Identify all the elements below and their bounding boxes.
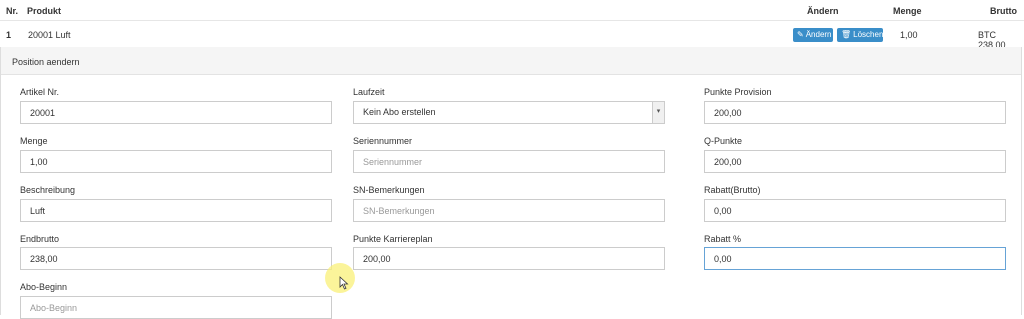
- seriennummer-label: Seriennummer: [353, 136, 413, 146]
- abo-beginn-input[interactable]: [20, 296, 332, 319]
- col-header-aendern: Ändern: [807, 6, 839, 16]
- seriennummer-input[interactable]: [353, 150, 665, 173]
- rabatt-brutto-label: Rabatt(Brutto): [704, 185, 761, 195]
- punkte-karriereplan-label: Punkte Karriereplan: [353, 234, 433, 244]
- trash-icon: 🗑: [841, 30, 852, 39]
- artikel-nr-label: Artikel Nr.: [20, 87, 60, 97]
- abo-beginn-label: Abo-Beginn: [20, 282, 68, 292]
- edit-position-panel: Position aendern Artikel Nr. Menge Besch…: [0, 47, 1022, 319]
- artikel-nr-input[interactable]: [20, 101, 332, 124]
- menge-label: Menge: [20, 136, 48, 146]
- col-header-menge: Menge: [893, 6, 922, 16]
- rabatt-brutto-input[interactable]: [704, 199, 1006, 222]
- mouse-pointer-icon: [339, 276, 349, 290]
- sn-bemerkungen-label: SN-Bemerkungen: [353, 185, 425, 195]
- endbrutto-label: Endbrutto: [20, 234, 60, 244]
- delete-button[interactable]: 🗑 Löschen: [837, 28, 883, 42]
- laufzeit-selected-value: Kein Abo erstellen: [363, 107, 436, 117]
- beschreibung-label: Beschreibung: [20, 185, 76, 195]
- punkte-karriereplan-input[interactable]: [353, 247, 665, 270]
- q-punkte-input[interactable]: [704, 150, 1006, 173]
- pencil-icon: ✎: [797, 30, 804, 39]
- edit-button-label: Ändern: [805, 30, 832, 39]
- col-header-produkt: Produkt: [27, 6, 62, 16]
- col-header-brutto: Brutto: [990, 6, 1017, 16]
- delete-button-label: Löschen: [853, 30, 884, 39]
- rabatt-prozent-input[interactable]: [704, 247, 1006, 270]
- edit-button[interactable]: ✎ Ändern: [793, 28, 833, 42]
- laufzeit-label: Laufzeit: [353, 87, 385, 97]
- punkte-provision-input[interactable]: [704, 101, 1006, 124]
- punkte-provision-label: Punkte Provision: [704, 87, 772, 97]
- endbrutto-input[interactable]: [20, 247, 332, 270]
- row-produkt: 20001 Luft: [28, 30, 71, 40]
- col-header-nr: Nr.: [6, 6, 19, 16]
- q-punkte-label: Q-Punkte: [704, 136, 743, 146]
- sn-bemerkungen-input[interactable]: [353, 199, 665, 222]
- rabatt-prozent-label: Rabatt %: [704, 234, 742, 244]
- menge-input[interactable]: [20, 150, 332, 173]
- laufzeit-select[interactable]: Kein Abo erstellen ▾: [353, 101, 665, 124]
- beschreibung-input[interactable]: [20, 199, 332, 222]
- row-menge: 1,00: [900, 30, 918, 40]
- panel-title: Position aendern: [12, 57, 80, 67]
- row-nr: 1: [6, 30, 12, 40]
- panel-header: Position aendern: [1, 47, 1021, 75]
- header-divider: [0, 20, 1024, 21]
- chevron-down-icon[interactable]: ▾: [652, 102, 664, 123]
